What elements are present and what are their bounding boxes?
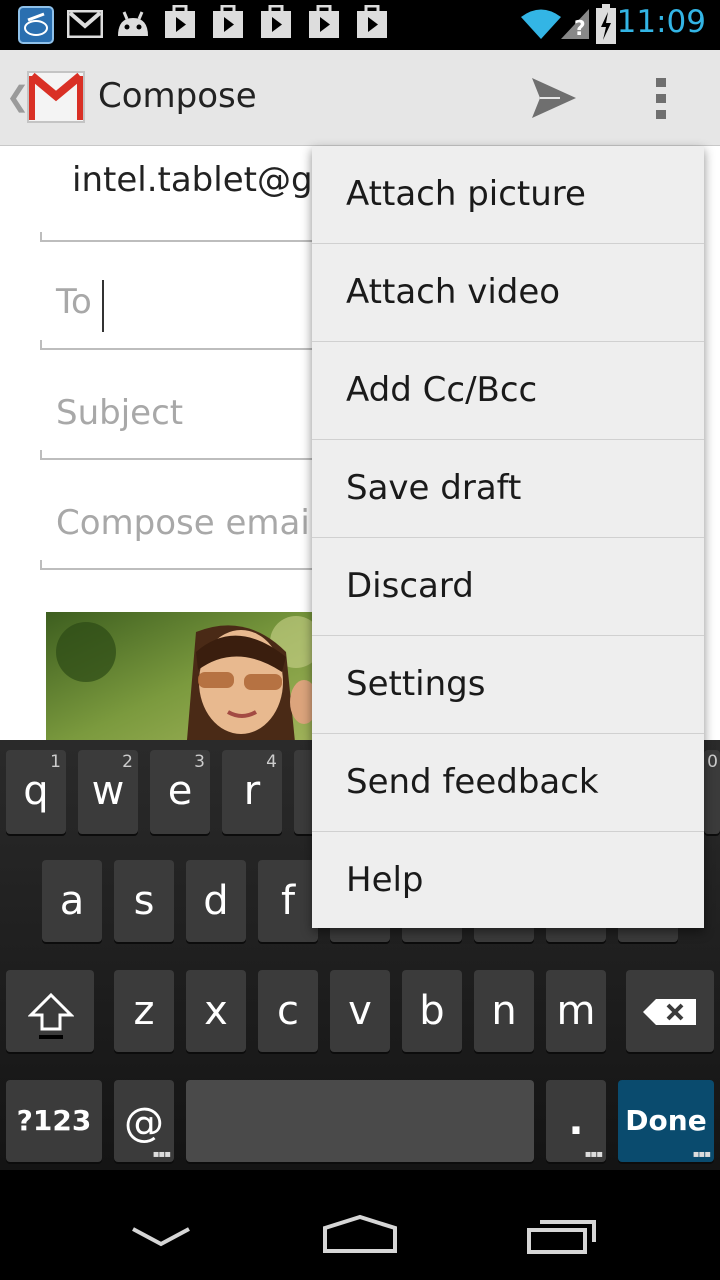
- no-signal-icon: ?: [561, 9, 589, 40]
- key-d[interactable]: d: [186, 860, 246, 942]
- menu-item-add-cc-bcc[interactable]: Add Cc/Bcc: [312, 342, 704, 440]
- key-s[interactable]: s: [114, 860, 174, 942]
- menu-item-label: Attach video: [346, 272, 561, 312]
- gmail-icon[interactable]: [26, 66, 86, 126]
- key-c[interactable]: c: [258, 970, 318, 1052]
- spacebar[interactable]: [186, 1080, 534, 1162]
- subject-field[interactable]: Subject: [56, 393, 183, 433]
- menu-item-discard[interactable]: Discard: [312, 538, 704, 636]
- action-bar: ❮ Compose: [0, 50, 720, 146]
- key-a[interactable]: a: [42, 860, 102, 942]
- backspace-key[interactable]: [626, 970, 714, 1052]
- shift-key[interactable]: [6, 970, 94, 1052]
- menu-item-label: Settings: [346, 664, 486, 704]
- key-w[interactable]: 2w: [78, 750, 138, 834]
- menu-item-help[interactable]: Help: [312, 832, 704, 930]
- menu-item-attach-picture[interactable]: Attach picture: [312, 146, 704, 244]
- menu-item-label: Attach picture: [346, 174, 586, 214]
- play-store-icon: [213, 5, 243, 38]
- key-e[interactable]: 3e: [150, 750, 210, 834]
- svg-text:?: ?: [574, 16, 586, 40]
- backspace-icon: [643, 999, 696, 1025]
- send-icon[interactable]: [530, 76, 578, 120]
- play-store-icon: [357, 5, 387, 38]
- key-x[interactable]: x: [186, 970, 246, 1052]
- menu-item-send-feedback[interactable]: Send feedback: [312, 734, 704, 832]
- done-key[interactable]: Done ▪▪▪: [618, 1080, 714, 1162]
- key-v[interactable]: v: [330, 970, 390, 1052]
- screen-title: Compose: [98, 76, 257, 116]
- play-store-icon: [261, 5, 291, 38]
- key-p[interactable]: 0: [704, 750, 720, 834]
- battery-charging-icon: [596, 4, 616, 44]
- to-field[interactable]: To: [56, 282, 92, 322]
- key-n[interactable]: n: [474, 970, 534, 1052]
- key-q[interactable]: 1q: [6, 750, 66, 834]
- overflow-menu-icon[interactable]: [654, 78, 670, 120]
- key-z[interactable]: z: [114, 970, 174, 1052]
- back-icon[interactable]: [130, 1226, 192, 1248]
- menu-item-label: Add Cc/Bcc: [346, 370, 538, 410]
- overflow-menu: Attach picture Attach video Add Cc/Bcc S…: [312, 146, 704, 928]
- body-field[interactable]: Compose email: [56, 503, 319, 543]
- shift-icon: [28, 992, 74, 1039]
- home-icon[interactable]: [322, 1214, 398, 1254]
- symbols-key[interactable]: ?123: [6, 1080, 102, 1162]
- attached-photo[interactable]: [46, 612, 336, 740]
- at-key[interactable]: @ ▪▪▪: [114, 1080, 174, 1162]
- wifi-icon: [521, 9, 561, 39]
- intel-app-icon: [18, 6, 54, 44]
- key-m[interactable]: m: [546, 970, 606, 1052]
- menu-item-settings[interactable]: Settings: [312, 636, 704, 734]
- navigation-bar: [0, 1170, 720, 1280]
- recent-apps-icon[interactable]: [526, 1214, 598, 1254]
- play-store-icon: [165, 5, 195, 38]
- clock: 11:09: [616, 4, 706, 40]
- status-bar: ? 11:09: [0, 0, 720, 50]
- period-key[interactable]: . ▪▪▪: [546, 1080, 606, 1162]
- menu-item-label: Save draft: [346, 468, 522, 508]
- gmail-icon: [67, 10, 103, 38]
- key-f[interactable]: f: [258, 860, 318, 942]
- key-r[interactable]: 4r: [222, 750, 282, 834]
- menu-item-attach-video[interactable]: Attach video: [312, 244, 704, 342]
- menu-item-save-draft[interactable]: Save draft: [312, 440, 704, 538]
- menu-item-label: Send feedback: [346, 762, 599, 802]
- menu-item-label: Discard: [346, 566, 474, 606]
- menu-item-label: Help: [346, 860, 424, 900]
- key-b[interactable]: b: [402, 970, 462, 1052]
- android-icon: [118, 11, 148, 36]
- play-store-icon: [309, 5, 339, 38]
- text-cursor: [102, 280, 104, 332]
